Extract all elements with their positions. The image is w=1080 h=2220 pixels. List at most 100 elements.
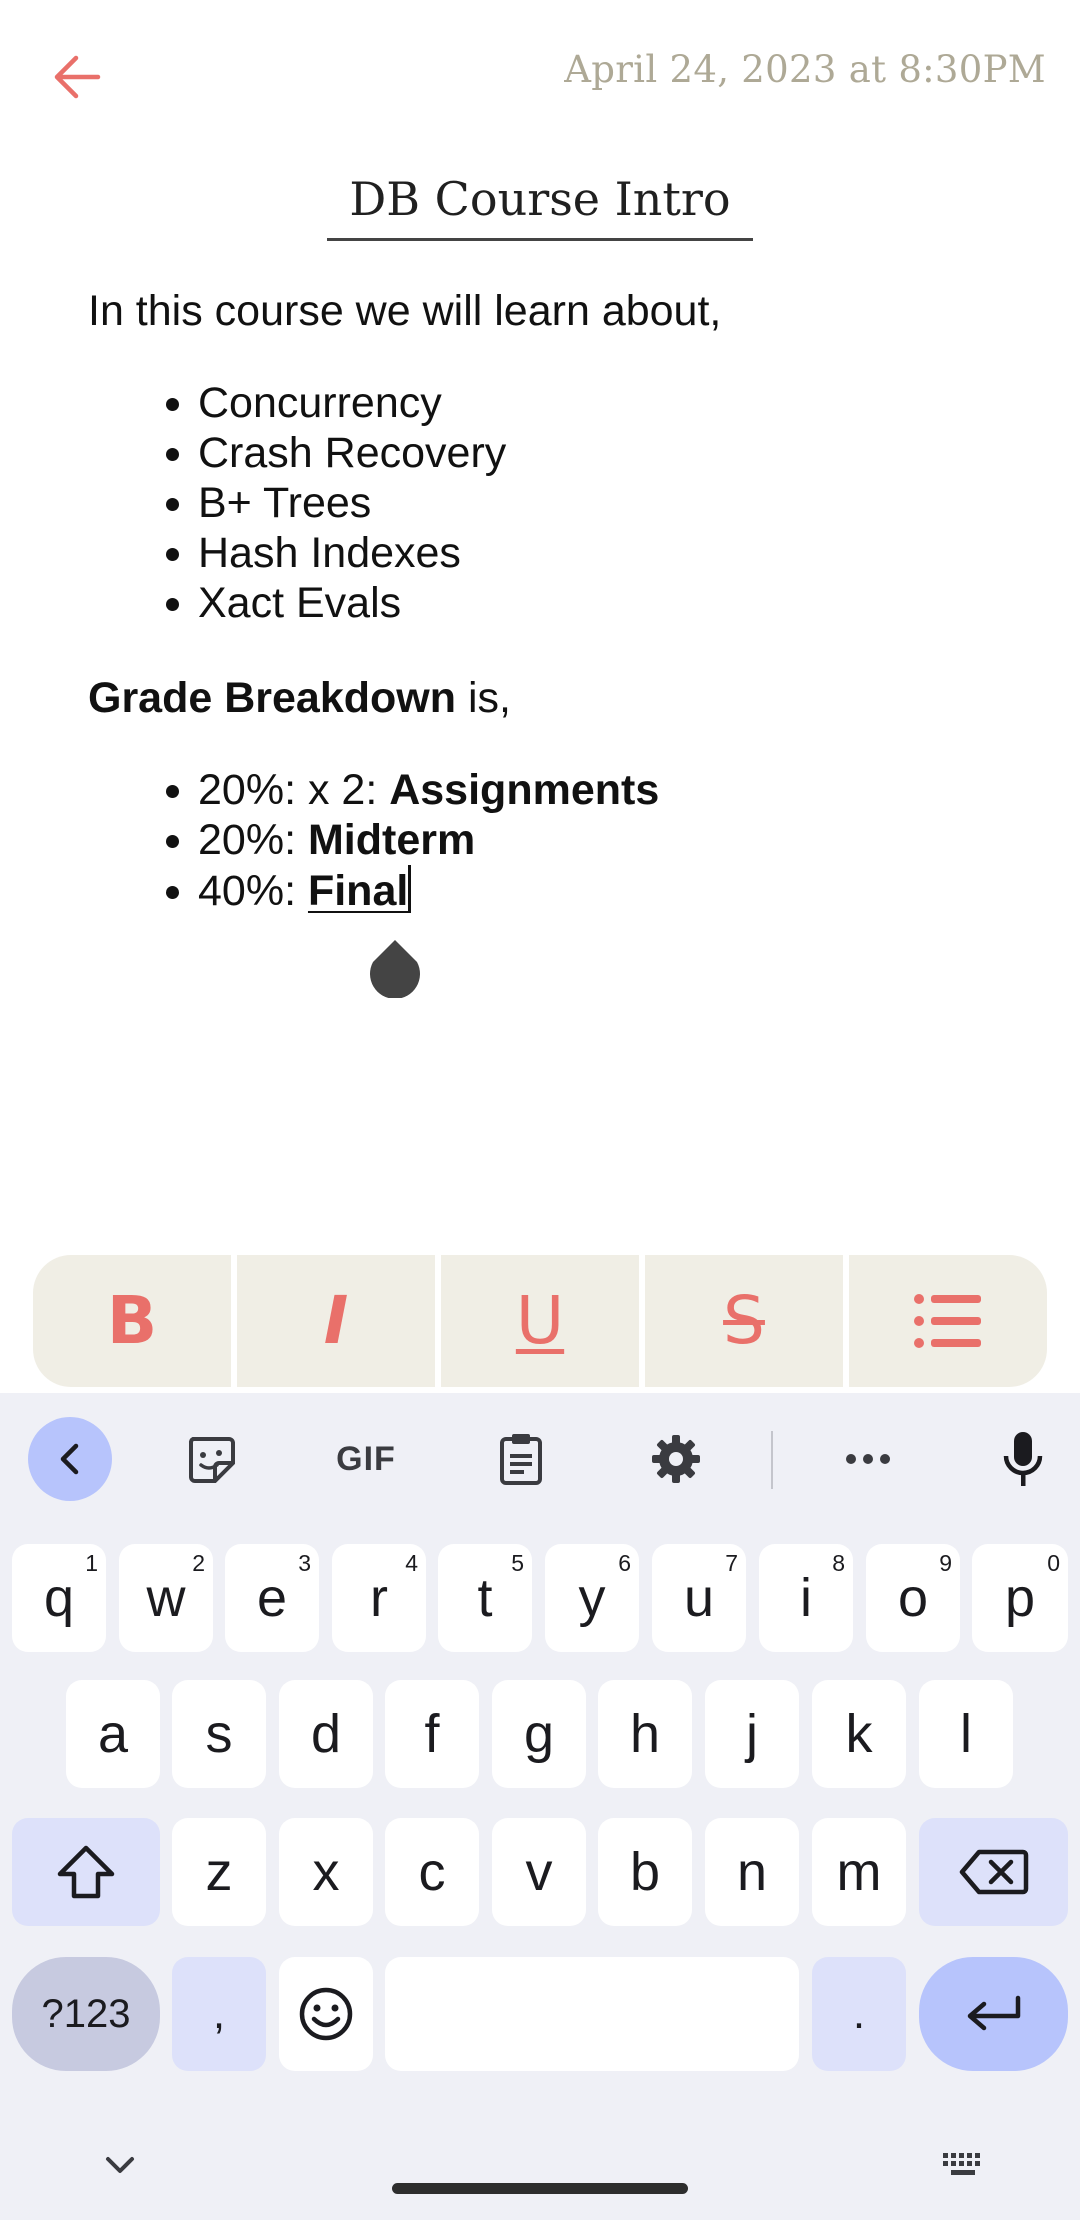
key-u[interactable]: u7 — [652, 1544, 746, 1652]
space-key[interactable] — [385, 1957, 799, 2071]
grade-label: Final — [307, 867, 409, 915]
grade-heading-rest: is, — [456, 674, 511, 722]
clipboard-button[interactable] — [479, 1417, 563, 1501]
key-w[interactable]: w2 — [119, 1544, 213, 1652]
bold-icon: B — [106, 1282, 158, 1359]
period-key[interactable]: . — [812, 1957, 906, 2071]
key-k[interactable]: k — [812, 1680, 906, 1788]
chevron-down-icon — [106, 2157, 134, 2173]
grades-list: 20%: x 2: Assignments 20%: Midterm 40%: … — [88, 765, 1028, 916]
key-hint: 4 — [405, 1550, 418, 1576]
key-x[interactable]: x — [279, 1818, 373, 1926]
cursor-drag-handle[interactable] — [367, 938, 423, 998]
key-label: v — [525, 1842, 553, 1902]
backspace-key[interactable] — [919, 1818, 1068, 1926]
key-c[interactable]: c — [385, 1818, 479, 1926]
microphone-icon — [1003, 1432, 1043, 1486]
switch-keyboard-button[interactable] — [938, 2145, 988, 2185]
key-e[interactable]: e3 — [225, 1544, 319, 1652]
key-label: . — [852, 1989, 866, 2038]
emoji-key[interactable] — [279, 1957, 373, 2071]
arrow-left-icon — [54, 55, 101, 99]
key-d[interactable]: d — [279, 1680, 373, 1788]
key-hint: 0 — [1047, 1550, 1060, 1576]
key-label: u — [683, 1568, 715, 1628]
note-title-input[interactable]: DB Course Intro — [327, 172, 753, 241]
note-editor[interactable]: In this course we will learn about, Conc… — [88, 286, 1028, 916]
grade-label: Midterm — [307, 816, 476, 864]
grade-label: Assignments — [389, 766, 660, 814]
key-label: j — [746, 1704, 758, 1764]
back-button[interactable] — [40, 40, 114, 114]
key-label: p — [1004, 1568, 1036, 1628]
bold-button[interactable]: B — [33, 1255, 231, 1387]
gif-button[interactable]: GIF — [324, 1417, 408, 1501]
strikethrough-button[interactable]: S — [645, 1255, 843, 1387]
home-indicator[interactable] — [392, 2183, 688, 2194]
voice-input-button[interactable] — [981, 1417, 1065, 1501]
sticker-button[interactable] — [169, 1417, 253, 1501]
key-s[interactable]: s — [172, 1680, 266, 1788]
key-b[interactable]: b — [598, 1818, 692, 1926]
hide-keyboard-button[interactable] — [95, 2145, 145, 2185]
key-p[interactable]: p0 — [972, 1544, 1068, 1652]
key-z[interactable]: z — [172, 1818, 266, 1926]
list-item: Concurrency — [198, 378, 1028, 428]
key-label: e — [256, 1568, 288, 1628]
key-y[interactable]: y6 — [545, 1544, 639, 1652]
list-icon — [914, 1294, 981, 1348]
key-hint: 8 — [832, 1550, 845, 1576]
more-options-button[interactable] — [826, 1417, 910, 1501]
key-i[interactable]: i8 — [759, 1544, 853, 1652]
comma-key[interactable]: , — [172, 1957, 266, 2071]
keyboard-settings-button[interactable] — [634, 1417, 718, 1501]
keyboard-collapse-button[interactable] — [28, 1417, 112, 1501]
emoji-icon — [299, 1987, 353, 2041]
list-item: Crash Recovery — [198, 428, 1028, 478]
key-v[interactable]: v — [492, 1818, 586, 1926]
list-item: 40%: Final — [198, 865, 1028, 916]
key-hint: 6 — [618, 1550, 631, 1576]
key-r[interactable]: r4 — [332, 1544, 426, 1652]
key-q[interactable]: q1 — [12, 1544, 106, 1652]
italic-icon: I — [323, 1282, 349, 1359]
bullet-list-button[interactable] — [849, 1255, 1047, 1387]
key-g[interactable]: g — [492, 1680, 586, 1788]
key-label: o — [897, 1568, 929, 1628]
italic-button[interactable]: I — [237, 1255, 435, 1387]
shift-key[interactable] — [12, 1818, 160, 1926]
key-label: x — [312, 1842, 340, 1902]
clipboard-icon — [500, 1434, 542, 1485]
key-label: k — [845, 1704, 873, 1764]
key-f[interactable]: f — [385, 1680, 479, 1788]
key-j[interactable]: j — [705, 1680, 799, 1788]
sticker-icon — [188, 1437, 235, 1483]
key-label: s — [205, 1704, 233, 1764]
key-a[interactable]: a — [66, 1680, 160, 1788]
key-label: z — [205, 1842, 233, 1902]
soft-keyboard: GIF q 1 w 2 e 3 r 4 t 5 y 6 u 7 i 8 o 9 … — [0, 1393, 1080, 2220]
key-label: h — [629, 1704, 661, 1764]
intro-text: In this course we will learn about, — [88, 287, 722, 335]
key-label: l — [960, 1704, 972, 1764]
grade-prefix: 40%: — [198, 867, 308, 915]
topics-list: Concurrency Crash Recovery B+ Trees Hash… — [88, 378, 1028, 628]
key-label: w — [146, 1568, 186, 1628]
key-m[interactable]: m — [812, 1818, 906, 1926]
enter-key[interactable] — [919, 1957, 1068, 2071]
key-label: m — [836, 1842, 882, 1902]
list-item: 20%: x 2: Assignments — [198, 765, 1028, 815]
key-label: t — [477, 1568, 493, 1628]
key-t[interactable]: t5 — [438, 1544, 532, 1652]
key-o[interactable]: o9 — [866, 1544, 960, 1652]
key-label: b — [629, 1842, 661, 1902]
key-l[interactable]: l — [919, 1680, 1013, 1788]
key-n[interactable]: n — [705, 1818, 799, 1926]
more-icon — [846, 1454, 890, 1464]
key-h[interactable]: h — [598, 1680, 692, 1788]
key-hint: 2 — [192, 1550, 205, 1576]
key-label: d — [310, 1704, 342, 1764]
underline-button[interactable]: U — [441, 1255, 639, 1387]
key-label: f — [424, 1704, 440, 1764]
symbols-key[interactable]: ?123 — [12, 1957, 160, 2071]
